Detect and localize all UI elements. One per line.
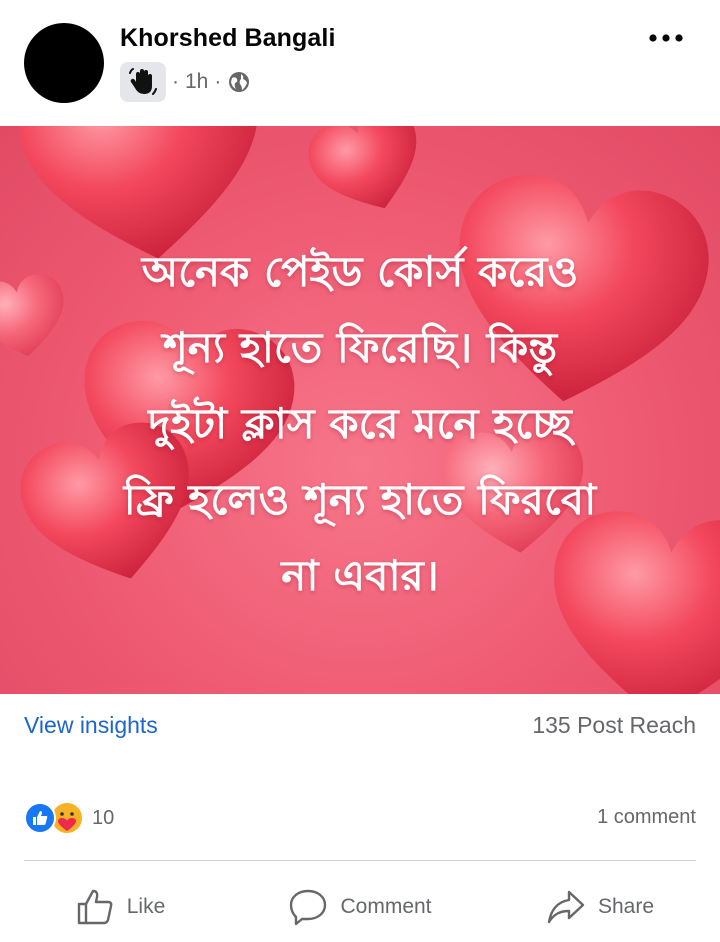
post-meta: · 1h · xyxy=(120,62,251,102)
comment-label: Comment xyxy=(340,895,432,918)
share-icon xyxy=(547,890,585,924)
divider xyxy=(24,860,696,861)
like-label: Like xyxy=(126,895,166,918)
waving-hand-icon[interactable] xyxy=(120,62,166,102)
post-image[interactable]: অনেক পেইড কোর্স করেও শূন্য হাতে ফিরেছি। … xyxy=(0,126,720,694)
thumbs-up-icon xyxy=(77,889,113,925)
comment-count[interactable]: 1 comment xyxy=(597,806,696,829)
post-image-text: অনেক পেইড কোর্স করেও শূন্য হাতে ফিরেছি। … xyxy=(123,247,597,600)
reaction-count: 10 xyxy=(92,806,115,829)
reactions-summary[interactable]: 10 xyxy=(24,800,114,836)
share-button[interactable]: Share xyxy=(480,876,720,938)
post-header: Khorshed Bangali · 1h · xyxy=(0,0,720,126)
share-label: Share xyxy=(597,895,655,918)
action-bar: Like Comment Share xyxy=(0,876,720,938)
more-horizontal-icon[interactable] xyxy=(646,26,686,50)
like-button[interactable]: Like xyxy=(0,876,240,938)
author-name[interactable]: Khorshed Bangali xyxy=(120,24,336,53)
like-reaction-icon xyxy=(24,802,56,834)
post-time[interactable]: 1h xyxy=(185,70,208,94)
post-reach: 135 Post Reach xyxy=(532,712,696,738)
avatar[interactable] xyxy=(24,23,104,103)
view-insights-link[interactable]: View insights xyxy=(24,712,158,739)
meta-separator: · xyxy=(214,70,222,93)
comment-icon xyxy=(290,889,327,926)
comment-button[interactable]: Comment xyxy=(240,876,480,938)
globe-icon[interactable] xyxy=(227,70,251,94)
meta-separator: · xyxy=(172,70,179,93)
